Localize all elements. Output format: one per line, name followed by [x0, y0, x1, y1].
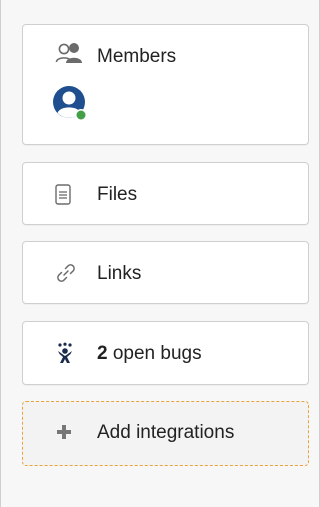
plus-icon	[57, 425, 71, 439]
links-label: Links	[97, 263, 142, 284]
members-icon	[55, 43, 82, 63]
bug-icon	[58, 342, 72, 363]
bugs-label: 2 open bugs	[97, 343, 202, 365]
avatar[interactable]	[53, 86, 89, 122]
file-icon	[55, 184, 71, 205]
bugs-text: open bugs	[112, 343, 202, 364]
link-icon	[57, 264, 75, 282]
add-integrations-button[interactable]: Add integrations	[22, 401, 309, 466]
files-card[interactable]: Files	[22, 162, 309, 225]
add-integrations-label: Add integrations	[97, 422, 235, 443]
links-card[interactable]: Links	[22, 241, 309, 304]
bugs-card[interactable]: 2 open bugs	[22, 321, 309, 385]
members-label: Members	[97, 46, 177, 67]
sidebar-panel: Members Files Links 2 open bugs Add inte…	[0, 0, 320, 507]
members-card[interactable]: Members	[22, 24, 309, 145]
files-label: Files	[97, 184, 138, 205]
user-avatar-icon	[53, 86, 87, 121]
bugs-count: 2	[97, 343, 108, 364]
